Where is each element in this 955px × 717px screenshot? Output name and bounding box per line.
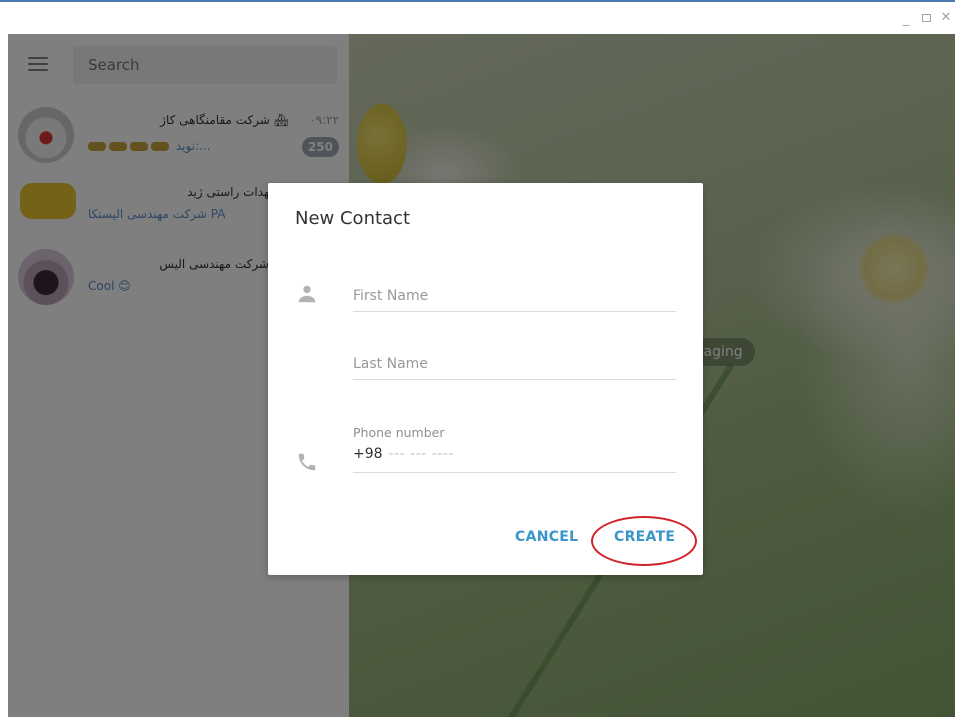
phone-icon (298, 453, 316, 471)
phone-field[interactable]: Phone number +98 --- --- ---- (353, 425, 676, 473)
red-circle-annotation (591, 516, 697, 566)
phone-label: Phone number (353, 425, 445, 440)
maximize-button[interactable] (919, 10, 933, 26)
last-name-field[interactable] (353, 353, 676, 380)
close-button[interactable]: ✕ (939, 10, 953, 26)
maximize-icon (921, 14, 931, 22)
app-window: _ ✕ شرکت مقامنگاهی کاژ 🏘 ۰۹:۲۲ نوید:... … (0, 0, 955, 717)
phone-input[interactable]: +98 --- --- ---- (353, 446, 676, 462)
first-name-field[interactable] (353, 285, 676, 312)
phone-mask: --- --- ---- (388, 446, 454, 462)
person-icon (298, 285, 316, 303)
first-name-input[interactable] (353, 285, 676, 307)
last-name-input[interactable] (353, 353, 676, 375)
cancel-button[interactable]: CANCEL (515, 529, 578, 545)
window-controls: _ ✕ (899, 10, 953, 27)
minimize-button[interactable]: _ (899, 10, 913, 27)
dialog-title: New Contact (295, 208, 411, 229)
title-bar: _ ✕ (0, 4, 955, 34)
country-code: +98 (353, 446, 383, 462)
